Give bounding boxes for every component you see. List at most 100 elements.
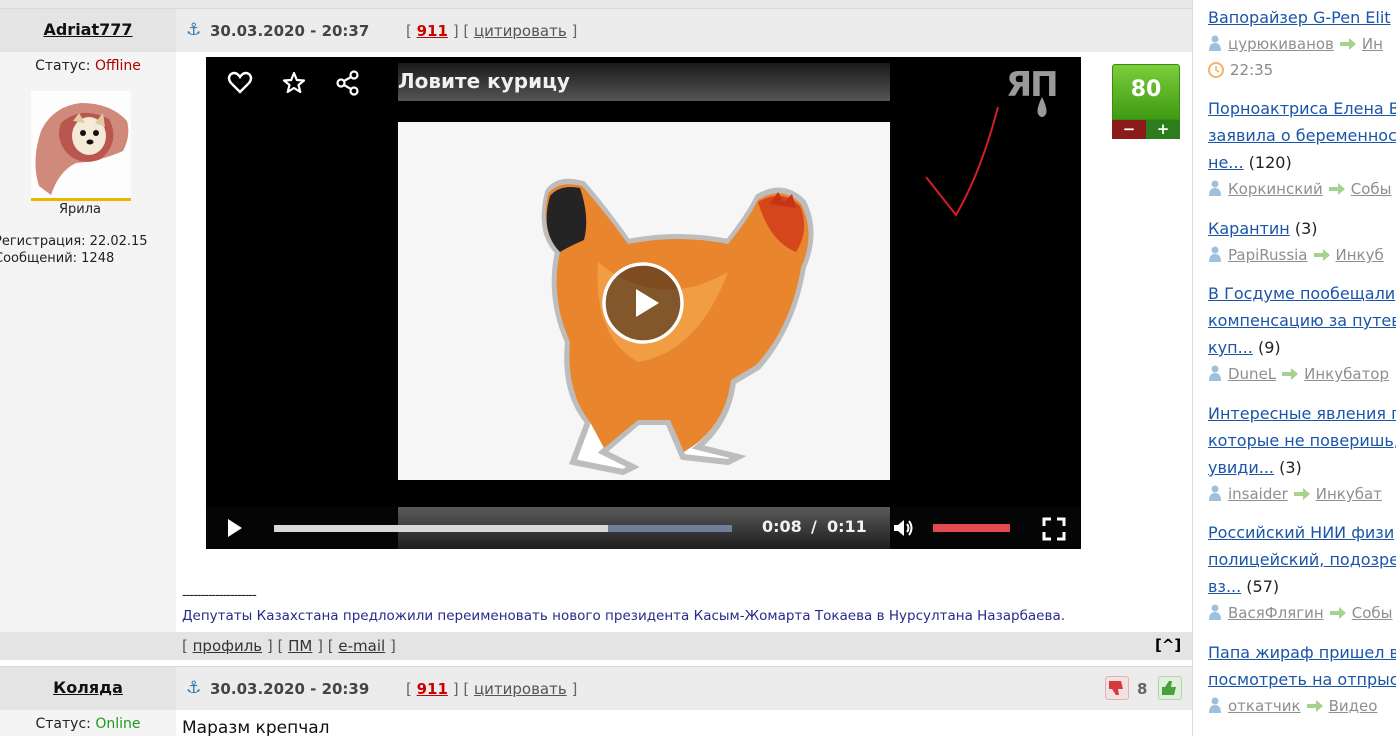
email-link[interactable]: e-mail: [338, 637, 385, 655]
sidebar-item-section[interactable]: Ин: [1362, 35, 1383, 53]
sidebar-item-author[interactable]: DuneL: [1228, 365, 1276, 383]
post-author-link[interactable]: Adriat777: [0, 20, 176, 39]
sidebar-item[interactable]: Карантин (3) PapiRussia Инкуб: [1208, 215, 1396, 268]
signature-divider: --------------------: [182, 588, 257, 603]
post-number-link[interactable]: 911: [417, 22, 448, 40]
top-strip: [0, 0, 1192, 8]
user-icon: [1209, 604, 1221, 620]
to-top-link[interactable]: [^]: [1155, 636, 1181, 654]
arrow-right-icon: [1328, 183, 1345, 195]
sidebar-item-author[interactable]: ВасяФлягин: [1228, 604, 1324, 622]
current-time: 0:08: [762, 517, 802, 536]
sidebar-item-title[interactable]: увиди...: [1208, 458, 1274, 477]
anchor-icon[interactable]: ⚓: [186, 20, 201, 40]
quote-link[interactable]: цитировать: [474, 22, 567, 40]
sidebar-item-title[interactable]: которые не поверишь,: [1208, 431, 1396, 450]
sidebar-item-author[interactable]: PapiRussia: [1228, 246, 1308, 264]
big-play-button[interactable]: [601, 261, 685, 345]
avatar[interactable]: [31, 91, 131, 201]
user-info-panel-2: Статус: Online: [0, 710, 176, 736]
registration-date: Регистрация: 22.02.15: [0, 234, 148, 249]
sidebar-item-title[interactable]: В Госдуме пообещали: [1208, 284, 1395, 303]
sidebar-item-title[interactable]: Вапорайзер G-Pen Elit: [1208, 8, 1391, 27]
sidebar-item-count: (57): [1246, 577, 1280, 596]
rating-value: 80: [1130, 77, 1162, 102]
arrow-right-icon: [1306, 700, 1323, 712]
yaplakal-logo[interactable]: ЯП: [1006, 65, 1059, 105]
post-header-2: Коляда ⚓ 30.03.2020 - 20:39 [ 911 ] [ ци…: [0, 666, 1192, 711]
share-icon[interactable]: [334, 69, 362, 97]
sidebar-item-section[interactable]: Видео: [1329, 697, 1378, 715]
sidebar-item-author[interactable]: insaider: [1228, 485, 1288, 503]
volume-slider[interactable]: [933, 524, 1010, 532]
logo-drop-icon: [1036, 97, 1048, 123]
arrow-right-icon: [1339, 38, 1356, 50]
sidebar-item[interactable]: Порноактриса Елена В заявила о беременно…: [1208, 95, 1396, 202]
sidebar-item-title[interactable]: Карантин: [1208, 219, 1290, 238]
volume-icon[interactable]: [891, 516, 915, 544]
sidebar-item[interactable]: Интересные явления п которые не поверишь…: [1208, 400, 1396, 507]
post-links-2: [ 911 ] [ цитировать ]: [406, 680, 578, 698]
video-player[interactable]: Ловите курицу ЯП 0:08 / 0:11: [206, 57, 1081, 549]
signature-text: Депутаты Казахстана предложили переимено…: [182, 608, 1066, 624]
sidebar-item-title[interactable]: Порноактриса Елена В: [1208, 99, 1396, 118]
anchor-icon[interactable]: ⚓: [186, 678, 201, 698]
user-status: Статус: Offline: [0, 58, 176, 74]
sidebar-item-title[interactable]: вз...: [1208, 577, 1241, 596]
sidebar-item[interactable]: Вапорайзер G-Pen Elit цурюкиванов Ин 22:3…: [1208, 4, 1396, 83]
avatar-caption: Ярила: [58, 202, 101, 217]
sidebar-item-title[interactable]: посмотреть на отпрыс: [1208, 670, 1396, 689]
user-icon: [1209, 35, 1221, 51]
pm-link[interactable]: ПМ: [288, 637, 312, 655]
sidebar-item-author[interactable]: цурюкиванов: [1228, 35, 1334, 53]
post-number-link-2[interactable]: 911: [417, 680, 448, 698]
footer-links: [ профиль ] [ ПМ ] [ e-mail ]: [182, 637, 396, 655]
post-author-link-2[interactable]: Коляда: [0, 678, 176, 697]
quote-link-2[interactable]: цитировать: [474, 680, 567, 698]
user-icon: [1209, 365, 1221, 381]
status-label: Статус:: [35, 58, 91, 74]
duration: 0:11: [827, 517, 867, 536]
sidebar-item[interactable]: Российский НИИ физи полицейский, подозре…: [1208, 519, 1396, 626]
video-title[interactable]: Ловите курицу: [398, 69, 570, 93]
video-controls: 0:08 / 0:11: [206, 507, 1081, 549]
sidebar-item-title[interactable]: куп...: [1208, 338, 1253, 357]
sidebar-item-section[interactable]: Инкуб: [1336, 246, 1384, 264]
sidebar-item-section[interactable]: Инкубатор: [1304, 365, 1389, 383]
play-icon[interactable]: [226, 518, 244, 542]
forum-thread: Adriat777 ⚓ 30.03.2020 - 20:37 [ 911 ] […: [0, 0, 1192, 736]
sidebar-item-section[interactable]: Собы: [1352, 604, 1393, 622]
sidebar-item-title[interactable]: Папа жираф пришел в: [1208, 643, 1396, 662]
fullscreen-icon[interactable]: [1042, 517, 1066, 545]
sidebar-item-title[interactable]: полицейский, подозре: [1208, 550, 1396, 569]
post-date: 30.03.2020 - 20:37: [210, 22, 370, 40]
rate-down-button[interactable]: −: [1112, 120, 1146, 139]
sidebar-item-title[interactable]: Российский НИИ физи: [1208, 523, 1394, 542]
clock-icon: [1208, 62, 1224, 78]
sidebar-item-section[interactable]: Инкубат: [1316, 485, 1382, 503]
sidebar-item-author[interactable]: откатчик: [1228, 697, 1301, 715]
status-value-2: Online: [95, 716, 141, 732]
sidebar-item[interactable]: В Госдуме пообещали компенсацию за путев…: [1208, 280, 1396, 387]
post-footer: [ профиль ] [ ПМ ] [ e-mail ] [^]: [0, 632, 1192, 660]
sidebar-latest-topics: Вапорайзер G-Pen Elit цурюкиванов Ин 22:3…: [1192, 0, 1396, 736]
thumb-up-icon[interactable]: [1158, 676, 1182, 700]
sidebar-item-title[interactable]: Интересные явления п: [1208, 404, 1396, 423]
post-text-2: Маразм крепчал: [182, 718, 330, 736]
heart-icon[interactable]: [226, 69, 254, 97]
sidebar-item-title[interactable]: не...: [1208, 153, 1244, 172]
sidebar-item-author[interactable]: Коркинский: [1228, 180, 1323, 198]
post-date-2: 30.03.2020 - 20:39: [210, 680, 370, 698]
sidebar-item-section[interactable]: Собы: [1351, 180, 1392, 198]
thumb-down-icon[interactable]: [1105, 676, 1129, 700]
progress-played: [274, 525, 609, 532]
star-icon[interactable]: [280, 69, 308, 97]
vote-count: 8: [1137, 680, 1148, 698]
progress-track[interactable]: [274, 525, 732, 532]
sidebar-item-title[interactable]: заявила о беременност: [1208, 126, 1396, 145]
rate-up-button[interactable]: +: [1146, 120, 1180, 139]
sidebar-item[interactable]: Папа жираф пришел в посмотреть на отпрыс…: [1208, 639, 1396, 719]
profile-link[interactable]: профиль: [193, 637, 263, 655]
message-count: Сообщений: 1248: [0, 251, 115, 266]
sidebar-item-title[interactable]: компенсацию за путев: [1208, 311, 1396, 330]
